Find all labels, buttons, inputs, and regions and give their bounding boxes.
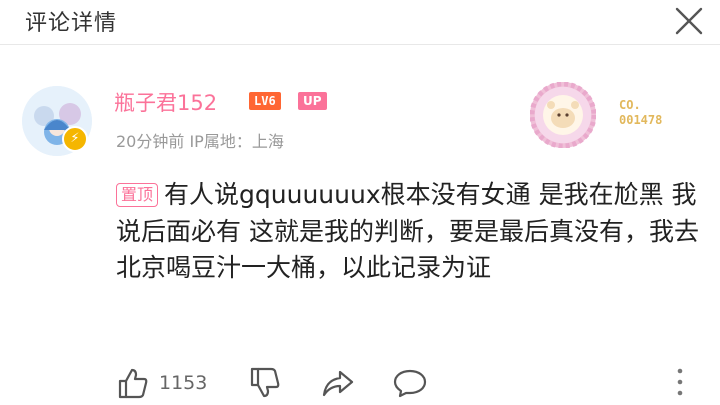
close-icon xyxy=(675,7,703,35)
thumbs-down-icon xyxy=(250,367,280,398)
like-count: 1153 xyxy=(159,372,208,394)
page-header: 评论详情 xyxy=(0,0,720,45)
fan-number: CO. 001478 xyxy=(619,98,662,128)
page-title: 评论详情 xyxy=(25,11,118,36)
comment-body: 置顶 有人说gquuuuuux根本没有女通 是我在尬黑 我说后面必有 这就是我的判… xyxy=(116,177,706,287)
username[interactable]: 瓶子君152 xyxy=(114,87,217,117)
close-button[interactable] xyxy=(672,4,706,38)
fan-badge-icon xyxy=(530,82,596,148)
level-badge: LV6 xyxy=(249,92,281,110)
dislike-button[interactable] xyxy=(248,366,282,400)
thumbs-up-icon xyxy=(118,368,148,399)
fan-number-line2: 001478 xyxy=(619,113,663,127)
reply-button[interactable] xyxy=(392,366,428,400)
up-badge: UP xyxy=(298,92,327,110)
comment-meta: 20分钟前 IP属地：上海 xyxy=(116,132,284,151)
share-button[interactable] xyxy=(320,366,356,400)
comment-text: 有人说gquuuuuux根本没有女通 是我在尬黑 我说后面必有 这就是我的判断，… xyxy=(116,180,699,282)
more-vertical-icon xyxy=(677,368,683,396)
share-icon xyxy=(322,370,354,397)
pinned-tag: 置顶 xyxy=(116,183,159,207)
like-button[interactable] xyxy=(116,366,150,400)
lightning-icon: ⚡ xyxy=(62,126,88,152)
more-options-button[interactable] xyxy=(674,366,686,398)
fan-number-line1: CO. xyxy=(619,98,641,112)
comment-bubble-icon xyxy=(393,369,427,398)
